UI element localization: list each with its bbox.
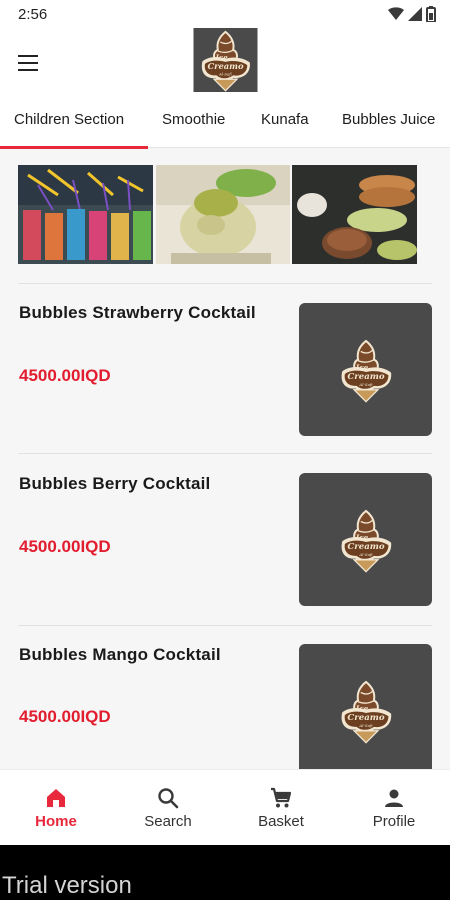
bottom-navigation: Home Search Basket Profile [0,769,450,845]
nav-label: Home [35,813,77,830]
cart-icon [271,787,292,808]
product-image[interactable] [299,303,432,436]
product-name: Bubbles Berry Cocktail [19,474,211,493]
nav-label: Profile [372,813,416,830]
nav-label: Basket [258,813,304,830]
product-price: 4500.00IQD [19,707,111,726]
nav-basket[interactable]: Basket [225,770,337,846]
signal-icon [408,7,422,21]
banner-image-cookies [292,165,417,264]
product-logo-icon [333,670,399,752]
banner-image-drinks [18,165,153,264]
product-image[interactable] [299,473,432,606]
trial-banner: Trial version [0,845,450,900]
divider [18,625,432,626]
category-tabs: Children Section Smoothie Kunafa Bubbles… [0,98,450,148]
product-image[interactable] [299,644,432,777]
product-price: 4500.00IQD [19,366,111,385]
tab-bubbles-juice[interactable]: Bubbles Juice [342,98,435,146]
wifi-icon [388,7,404,20]
menu-line [18,55,38,57]
menu-line [18,62,38,64]
nav-search[interactable]: Search [112,770,224,846]
brand-logo [193,28,258,92]
product-logo-icon [333,499,399,581]
active-tab-indicator [0,146,148,149]
banner-image-icecream [156,165,290,264]
status-time: 2:56 [18,6,48,23]
trial-text: Trial version [2,872,132,899]
nav-home[interactable]: Home [0,770,112,846]
status-bar: 2:56 [0,0,450,28]
tab-children-section[interactable]: Children Section [14,98,124,146]
tab-smoothie[interactable]: Smoothie [162,98,225,146]
person-icon [385,789,403,807]
tab-kunafa[interactable]: Kunafa [261,98,309,146]
app-screen: 2:56 Children Section Smoothie Kunafa Bu… [0,0,450,900]
promo-banner[interactable] [18,165,432,264]
app-bar [0,28,450,98]
product-name: Bubbles Strawberry Cocktail [19,303,256,322]
divider [18,453,432,454]
product-logo-icon [333,329,399,411]
product-name: Bubbles Mango Cocktail [19,645,221,664]
menu-icon[interactable] [12,47,44,79]
product-price: 4500.00IQD [19,537,111,556]
search-icon [158,788,179,809]
status-icons [388,5,436,23]
divider [18,283,432,284]
nav-label: Search [144,813,192,830]
nav-profile[interactable]: Profile [338,770,450,846]
menu-line [18,69,38,71]
home-icon [47,789,65,807]
battery-icon [426,6,436,22]
